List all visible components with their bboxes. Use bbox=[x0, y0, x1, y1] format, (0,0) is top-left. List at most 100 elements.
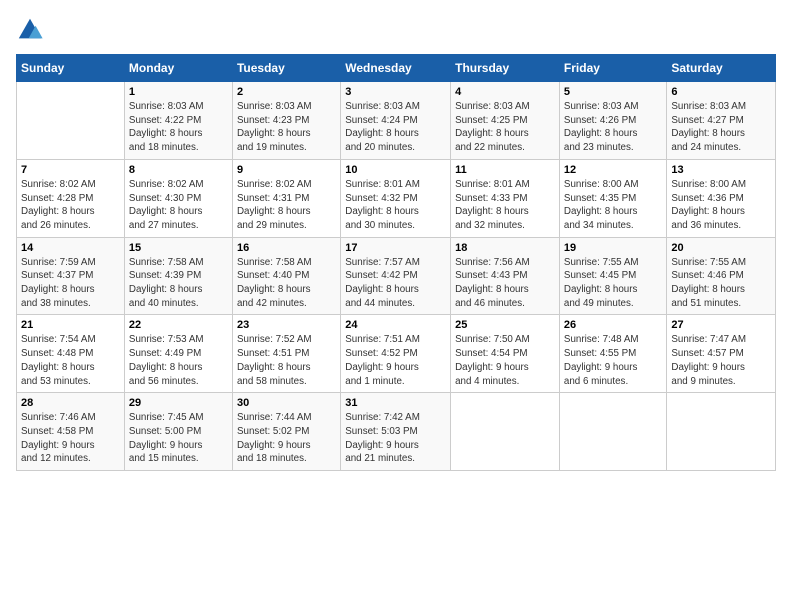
day-number: 29 bbox=[129, 397, 228, 409]
day-number: 31 bbox=[345, 397, 446, 409]
day-info: Sunrise: 7:58 AM Sunset: 4:40 PM Dayligh… bbox=[237, 256, 336, 311]
day-number: 2 bbox=[237, 86, 336, 98]
calendar-cell: 23 Sunrise: 7:52 AM Sunset: 4:51 PM Dayli… bbox=[232, 315, 340, 393]
day-info: Sunrise: 8:03 AM Sunset: 4:26 PM Dayligh… bbox=[564, 100, 662, 155]
day-number: 12 bbox=[564, 164, 662, 176]
day-info: Sunrise: 7:46 AM Sunset: 4:58 PM Dayligh… bbox=[21, 411, 120, 466]
day-info: Sunrise: 7:58 AM Sunset: 4:39 PM Dayligh… bbox=[129, 256, 228, 311]
day-number: 23 bbox=[237, 319, 336, 331]
day-number: 16 bbox=[237, 242, 336, 254]
calendar-cell: 15 Sunrise: 7:58 AM Sunset: 4:39 PM Dayli… bbox=[124, 237, 232, 315]
calendar-week-5: 28 Sunrise: 7:46 AM Sunset: 4:58 PM Dayli… bbox=[17, 393, 776, 471]
col-saturday: Saturday bbox=[667, 55, 776, 82]
day-info: Sunrise: 7:44 AM Sunset: 5:02 PM Dayligh… bbox=[237, 411, 336, 466]
day-number: 7 bbox=[21, 164, 120, 176]
day-info: Sunrise: 7:52 AM Sunset: 4:51 PM Dayligh… bbox=[237, 333, 336, 388]
calendar-cell: 13Sunrise: 8:00 AM Sunset: 4:36 PM Dayli… bbox=[667, 159, 776, 237]
calendar-cell: 29Sunrise: 7:45 AM Sunset: 5:00 PM Dayli… bbox=[124, 393, 232, 471]
day-info: Sunrise: 7:54 AM Sunset: 4:48 PM Dayligh… bbox=[21, 333, 120, 388]
calendar-cell: 20 Sunrise: 7:55 AM Sunset: 4:46 PM Dayli… bbox=[667, 237, 776, 315]
calendar-cell: 8 Sunrise: 8:02 AM Sunset: 4:30 PM Daylig… bbox=[124, 159, 232, 237]
day-number: 21 bbox=[21, 319, 120, 331]
calendar-cell: 9Sunrise: 8:02 AM Sunset: 4:31 PM Daylig… bbox=[232, 159, 340, 237]
calendar-cell: 19 Sunrise: 7:55 AM Sunset: 4:45 PM Dayli… bbox=[559, 237, 666, 315]
day-number: 9 bbox=[237, 164, 336, 176]
calendar-cell: 22Sunrise: 7:53 AM Sunset: 4:49 PM Dayli… bbox=[124, 315, 232, 393]
day-info: Sunrise: 7:57 AM Sunset: 4:42 PM Dayligh… bbox=[345, 256, 446, 311]
calendar-cell: 26 Sunrise: 7:48 AM Sunset: 4:55 PM Dayli… bbox=[559, 315, 666, 393]
day-number: 20 bbox=[671, 242, 771, 254]
calendar-cell: 18 Sunrise: 7:56 AM Sunset: 4:43 PM Dayli… bbox=[451, 237, 560, 315]
calendar-cell: 3 Sunrise: 8:03 AM Sunset: 4:24 PM Daylig… bbox=[341, 82, 451, 160]
day-number: 10 bbox=[345, 164, 446, 176]
day-info: Sunrise: 8:02 AM Sunset: 4:30 PM Dayligh… bbox=[129, 178, 228, 233]
col-tuesday: Tuesday bbox=[232, 55, 340, 82]
col-monday: Monday bbox=[124, 55, 232, 82]
day-info: Sunrise: 7:55 AM Sunset: 4:45 PM Dayligh… bbox=[564, 256, 662, 311]
day-info: Sunrise: 8:01 AM Sunset: 4:33 PM Dayligh… bbox=[455, 178, 555, 233]
day-info: Sunrise: 8:03 AM Sunset: 4:24 PM Dayligh… bbox=[345, 100, 446, 155]
calendar-body: 1 Sunrise: 8:03 AM Sunset: 4:22 PM Daylig… bbox=[17, 82, 776, 471]
calendar-cell: 1 Sunrise: 8:03 AM Sunset: 4:22 PM Daylig… bbox=[124, 82, 232, 160]
calendar-cell: 2 Sunrise: 8:03 AM Sunset: 4:23 PM Daylig… bbox=[232, 82, 340, 160]
day-info: Sunrise: 7:53 AM Sunset: 4:49 PM Dayligh… bbox=[129, 333, 228, 388]
header bbox=[16, 16, 776, 44]
calendar-cell: 17Sunrise: 7:57 AM Sunset: 4:42 PM Dayli… bbox=[341, 237, 451, 315]
calendar-week-3: 14Sunrise: 7:59 AM Sunset: 4:37 PM Dayli… bbox=[17, 237, 776, 315]
day-number: 30 bbox=[237, 397, 336, 409]
day-number: 3 bbox=[345, 86, 446, 98]
col-thursday: Thursday bbox=[451, 55, 560, 82]
calendar-cell: 31 Sunrise: 7:42 AM Sunset: 5:03 PM Dayli… bbox=[341, 393, 451, 471]
day-info: Sunrise: 7:50 AM Sunset: 4:54 PM Dayligh… bbox=[455, 333, 555, 388]
calendar-cell: 4 Sunrise: 8:03 AM Sunset: 4:25 PM Daylig… bbox=[451, 82, 560, 160]
day-number: 11 bbox=[455, 164, 555, 176]
day-info: Sunrise: 8:03 AM Sunset: 4:22 PM Dayligh… bbox=[129, 100, 228, 155]
day-info: Sunrise: 7:48 AM Sunset: 4:55 PM Dayligh… bbox=[564, 333, 662, 388]
day-info: Sunrise: 8:03 AM Sunset: 4:23 PM Dayligh… bbox=[237, 100, 336, 155]
day-number: 24 bbox=[345, 319, 446, 331]
day-number: 15 bbox=[129, 242, 228, 254]
calendar-cell: 30 Sunrise: 7:44 AM Sunset: 5:02 PM Dayli… bbox=[232, 393, 340, 471]
calendar-cell: 28 Sunrise: 7:46 AM Sunset: 4:58 PM Dayli… bbox=[17, 393, 125, 471]
calendar-cell: 14Sunrise: 7:59 AM Sunset: 4:37 PM Dayli… bbox=[17, 237, 125, 315]
calendar-cell: 10 Sunrise: 8:01 AM Sunset: 4:32 PM Dayli… bbox=[341, 159, 451, 237]
calendar-week-4: 21 Sunrise: 7:54 AM Sunset: 4:48 PM Dayli… bbox=[17, 315, 776, 393]
calendar-cell: 25Sunrise: 7:50 AM Sunset: 4:54 PM Dayli… bbox=[451, 315, 560, 393]
day-info: Sunrise: 8:00 AM Sunset: 4:36 PM Dayligh… bbox=[671, 178, 771, 233]
col-sunday: Sunday bbox=[17, 55, 125, 82]
calendar-cell: 27 Sunrise: 7:47 AM Sunset: 4:57 PM Dayli… bbox=[667, 315, 776, 393]
calendar-cell: 5 Sunrise: 8:03 AM Sunset: 4:26 PM Daylig… bbox=[559, 82, 666, 160]
day-info: Sunrise: 8:03 AM Sunset: 4:25 PM Dayligh… bbox=[455, 100, 555, 155]
day-info: Sunrise: 7:47 AM Sunset: 4:57 PM Dayligh… bbox=[671, 333, 771, 388]
calendar-cell: 12 Sunrise: 8:00 AM Sunset: 4:35 PM Dayli… bbox=[559, 159, 666, 237]
header-row: Sunday Monday Tuesday Wednesday Thursday… bbox=[17, 55, 776, 82]
day-number: 6 bbox=[671, 86, 771, 98]
day-info: Sunrise: 7:56 AM Sunset: 4:43 PM Dayligh… bbox=[455, 256, 555, 311]
calendar-week-2: 7Sunrise: 8:02 AM Sunset: 4:28 PM Daylig… bbox=[17, 159, 776, 237]
day-number: 1 bbox=[129, 86, 228, 98]
day-number: 28 bbox=[21, 397, 120, 409]
calendar-cell: 21 Sunrise: 7:54 AM Sunset: 4:48 PM Dayli… bbox=[17, 315, 125, 393]
calendar-header: Sunday Monday Tuesday Wednesday Thursday… bbox=[17, 55, 776, 82]
day-info: Sunrise: 7:42 AM Sunset: 5:03 PM Dayligh… bbox=[345, 411, 446, 466]
day-number: 27 bbox=[671, 319, 771, 331]
calendar-week-1: 1 Sunrise: 8:03 AM Sunset: 4:22 PM Daylig… bbox=[17, 82, 776, 160]
day-number: 26 bbox=[564, 319, 662, 331]
calendar-table: Sunday Monday Tuesday Wednesday Thursday… bbox=[16, 54, 776, 471]
day-number: 18 bbox=[455, 242, 555, 254]
day-number: 8 bbox=[129, 164, 228, 176]
col-wednesday: Wednesday bbox=[341, 55, 451, 82]
day-info: Sunrise: 7:55 AM Sunset: 4:46 PM Dayligh… bbox=[671, 256, 771, 311]
day-number: 5 bbox=[564, 86, 662, 98]
calendar-cell: 7Sunrise: 8:02 AM Sunset: 4:28 PM Daylig… bbox=[17, 159, 125, 237]
col-friday: Friday bbox=[559, 55, 666, 82]
day-number: 4 bbox=[455, 86, 555, 98]
day-info: Sunrise: 8:01 AM Sunset: 4:32 PM Dayligh… bbox=[345, 178, 446, 233]
day-info: Sunrise: 8:03 AM Sunset: 4:27 PM Dayligh… bbox=[671, 100, 771, 155]
calendar-cell: 11 Sunrise: 8:01 AM Sunset: 4:33 PM Dayli… bbox=[451, 159, 560, 237]
day-info: Sunrise: 8:00 AM Sunset: 4:35 PM Dayligh… bbox=[564, 178, 662, 233]
day-number: 19 bbox=[564, 242, 662, 254]
calendar-cell bbox=[667, 393, 776, 471]
page-container: Sunday Monday Tuesday Wednesday Thursday… bbox=[0, 0, 792, 479]
calendar-cell: 24Sunrise: 7:51 AM Sunset: 4:52 PM Dayli… bbox=[341, 315, 451, 393]
